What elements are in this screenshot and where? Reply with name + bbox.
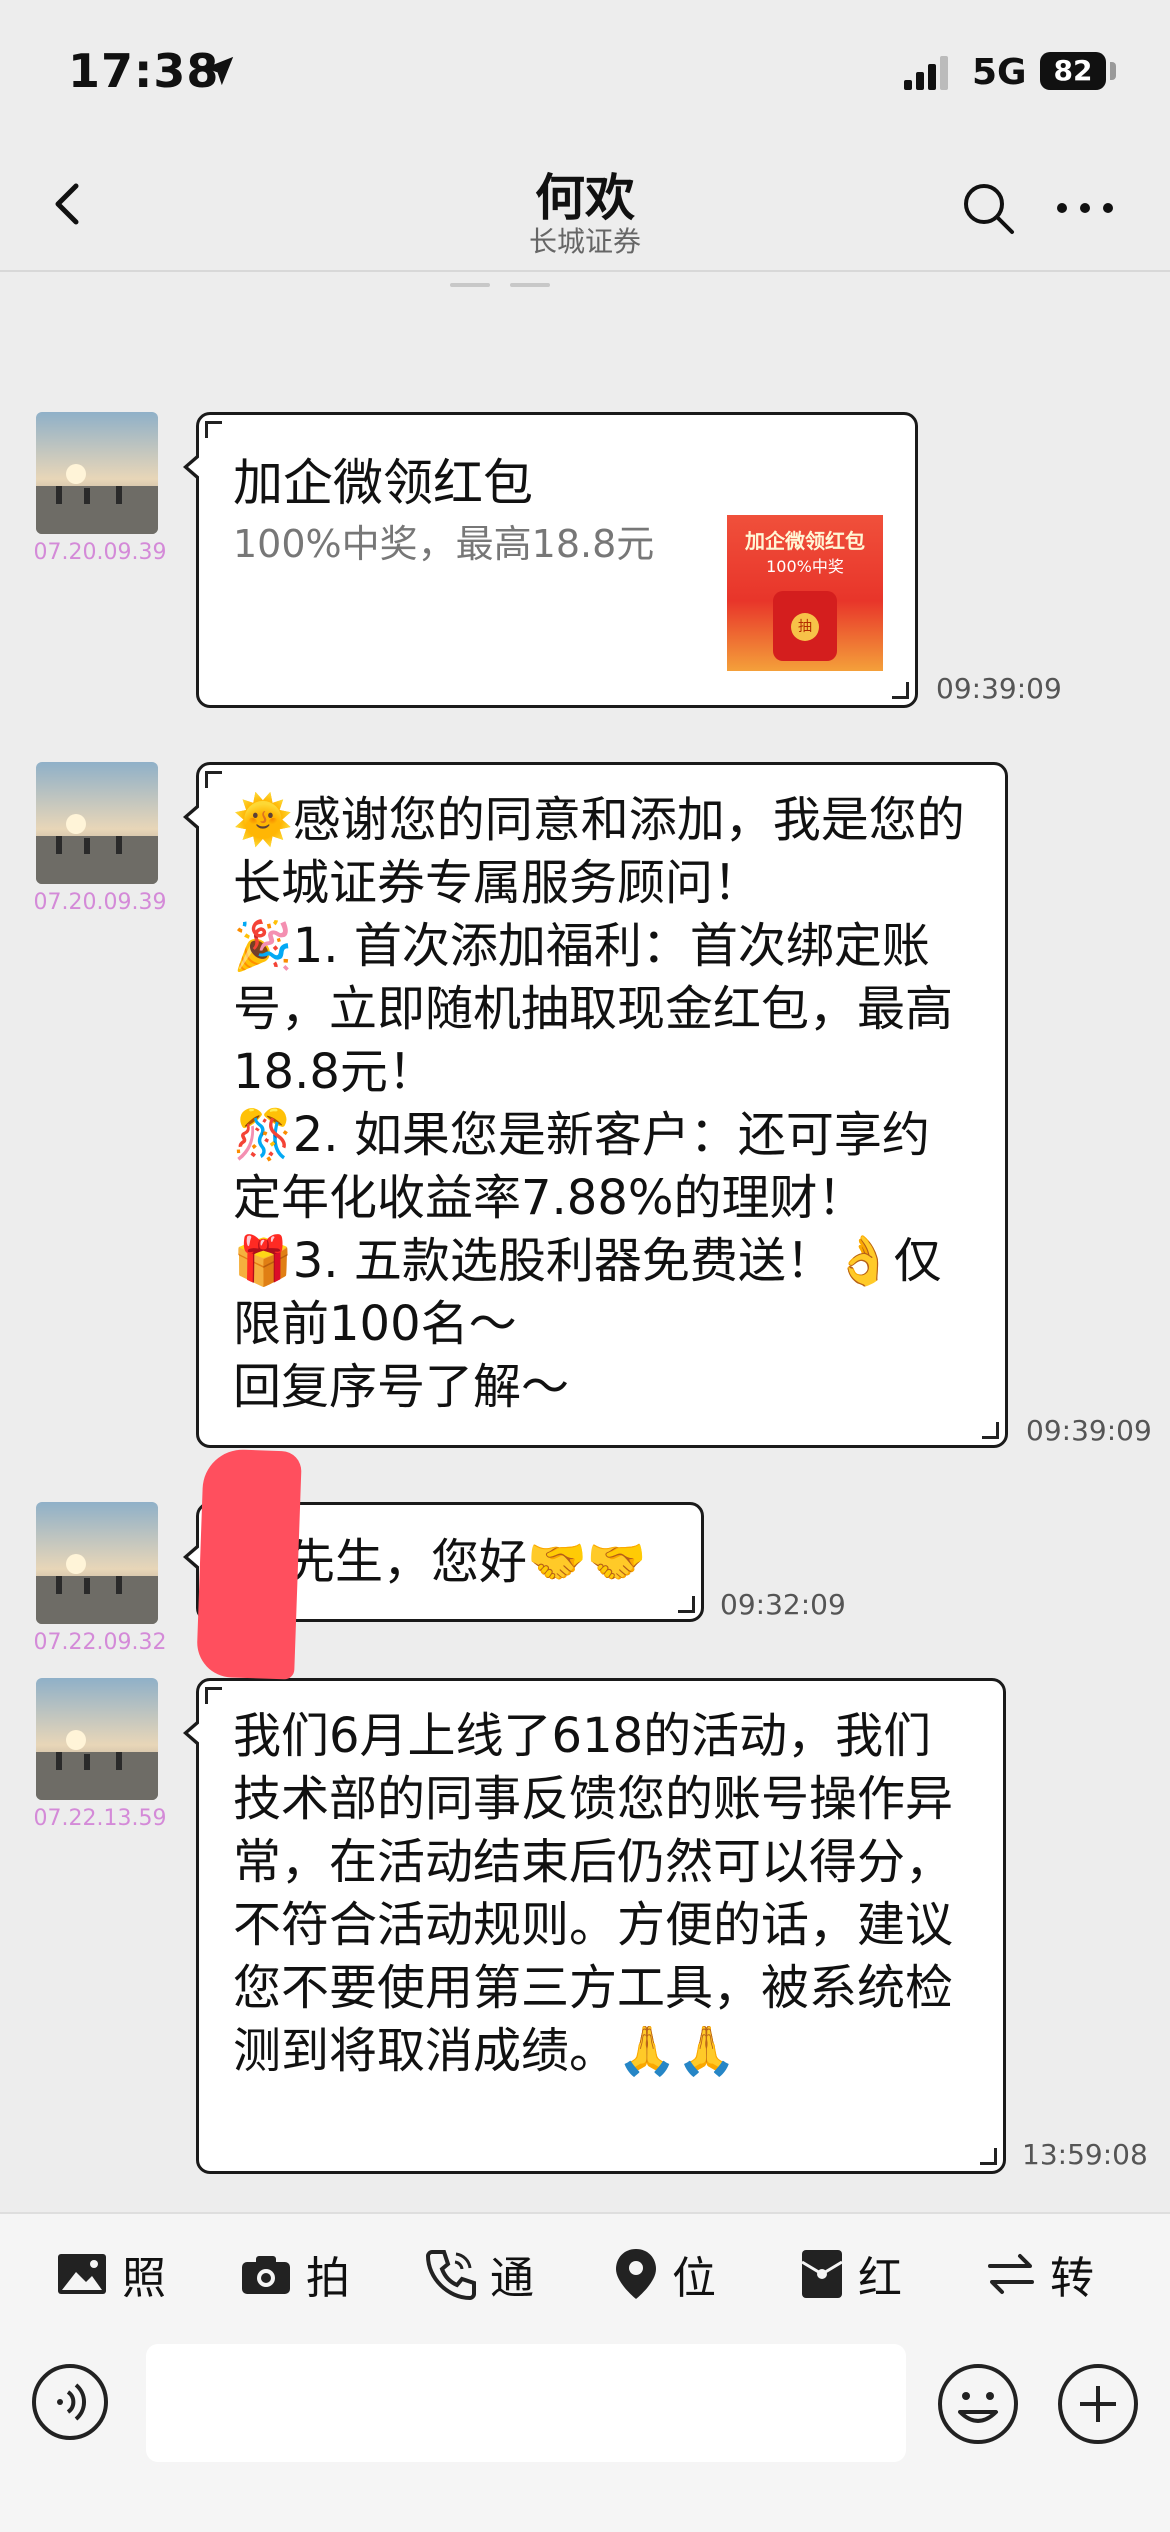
- plus-icon[interactable]: [1056, 2362, 1140, 2446]
- red-packet-icon: [801, 2250, 843, 2298]
- tool-transfer[interactable]: 转: [986, 2244, 1094, 2304]
- link-card[interactable]: 加企微领红包 100%中奖，最高18.8元 加企微领红包 100%中奖 抽: [183, 412, 918, 708]
- status-time: 17:38: [68, 44, 220, 98]
- message-row: 07.20.09.39 🌞感谢您的同意和添加，我是您的长城证券专属服务顾问！ 🎉…: [0, 760, 1170, 1450]
- quick-action-toolbar: 照 拍 通 位 红 转: [0, 2212, 1170, 2334]
- message-time: 13:59:08: [1022, 2138, 1148, 2171]
- message-time: 09:39:09: [936, 672, 1062, 705]
- message-row: 07.22.13.59 我们6月上线了618的活动，我们技术部的同事反馈您的账号…: [0, 1676, 1170, 2176]
- tool-photo[interactable]: 照: [56, 2244, 166, 2304]
- tool-label: 转: [1050, 2253, 1094, 2304]
- avatar[interactable]: [36, 412, 158, 534]
- avatar-timestamp: 07.20.09.39: [33, 540, 167, 565]
- card-title: 加企微领红包: [233, 454, 533, 512]
- camera-icon: [242, 2256, 290, 2294]
- network-label: 5G: [972, 52, 1027, 93]
- message-bubble[interactable]: 🌞感谢您的同意和添加，我是您的长城证券专属服务顾问！ 🎉1. 首次添加福利：首次…: [183, 762, 1008, 1448]
- tool-camera[interactable]: 拍: [240, 2244, 350, 2304]
- message-time: 09:32:09: [720, 1588, 846, 1621]
- avatar[interactable]: [36, 1502, 158, 1624]
- thumb-title: 加企微领红包: [745, 529, 865, 553]
- voice-icon[interactable]: [30, 2362, 110, 2442]
- input-bar: [0, 2334, 1170, 2532]
- tool-label: 拍: [306, 2253, 350, 2304]
- image-icon: [58, 2254, 106, 2294]
- redaction-mark: [196, 1448, 302, 1680]
- message-bubble[interactable]: 我们6月上线了618的活动，我们技术部的同事反馈您的账号操作异常，在活动结束后仍…: [183, 1678, 1006, 2174]
- status-bar: 17:38 5G 82: [0, 0, 1170, 140]
- search-icon[interactable]: [958, 178, 1018, 238]
- tool-label: 照: [122, 2253, 166, 2304]
- tool-label: 位: [672, 2253, 716, 2304]
- emoji-icon[interactable]: [936, 2362, 1020, 2446]
- phone-icon: [425, 2250, 476, 2300]
- tool-label: 通: [490, 2253, 534, 2304]
- avatar-timestamp: 07.20.09.39: [33, 890, 167, 915]
- red-packet-thumbnail: 加企微领红包 100%中奖 抽: [727, 515, 883, 671]
- avatar[interactable]: [36, 762, 158, 884]
- transfer-icon: [988, 2254, 1034, 2294]
- message-text: 我们6月上线了618的活动，我们技术部的同事反馈您的账号操作异常，在活动结束后仍…: [233, 1708, 969, 2079]
- message-text: 🌞感谢您的同意和添加，我是您的长城证券专属服务顾问！ 🎉1. 首次添加福利：首次…: [233, 792, 965, 1415]
- tool-call[interactable]: 通: [424, 2244, 534, 2304]
- chat-header: 何欢 长城证券: [0, 140, 1170, 272]
- location-icon: [616, 2249, 656, 2299]
- message-row: 07.20.09.39 加企微领红包 100%中奖，最高18.8元 加企微领红包…: [0, 410, 1170, 710]
- avatar[interactable]: [36, 1678, 158, 1800]
- tool-location[interactable]: 位: [614, 2244, 716, 2304]
- battery-indicator: 82: [1040, 52, 1106, 90]
- thumb-subtitle: 100%中奖: [766, 557, 844, 576]
- tool-label: 红: [858, 2253, 902, 2304]
- card-description: 100%中奖，最高18.8元: [233, 522, 655, 566]
- message-text: 先生，您好🤝🤝: [287, 1534, 647, 1590]
- signal-icon: [904, 56, 948, 90]
- more-options-icon[interactable]: [1050, 178, 1120, 238]
- location-arrow-icon: [204, 56, 234, 86]
- battery-tip: [1110, 62, 1116, 80]
- avatar-timestamp: 07.22.09.32: [33, 1630, 167, 1655]
- thumb-coin: 抽: [791, 613, 819, 641]
- message-input[interactable]: [146, 2344, 906, 2462]
- message-time: 09:39:09: [1026, 1414, 1152, 1447]
- tool-red-packet[interactable]: 红: [800, 2244, 902, 2304]
- scroll-fade: [450, 272, 650, 287]
- message-row: 07.22.09.32 先生，您好🤝🤝 09:32:09: [0, 1500, 1170, 1655]
- avatar-timestamp: 07.22.13.59: [33, 1806, 167, 1831]
